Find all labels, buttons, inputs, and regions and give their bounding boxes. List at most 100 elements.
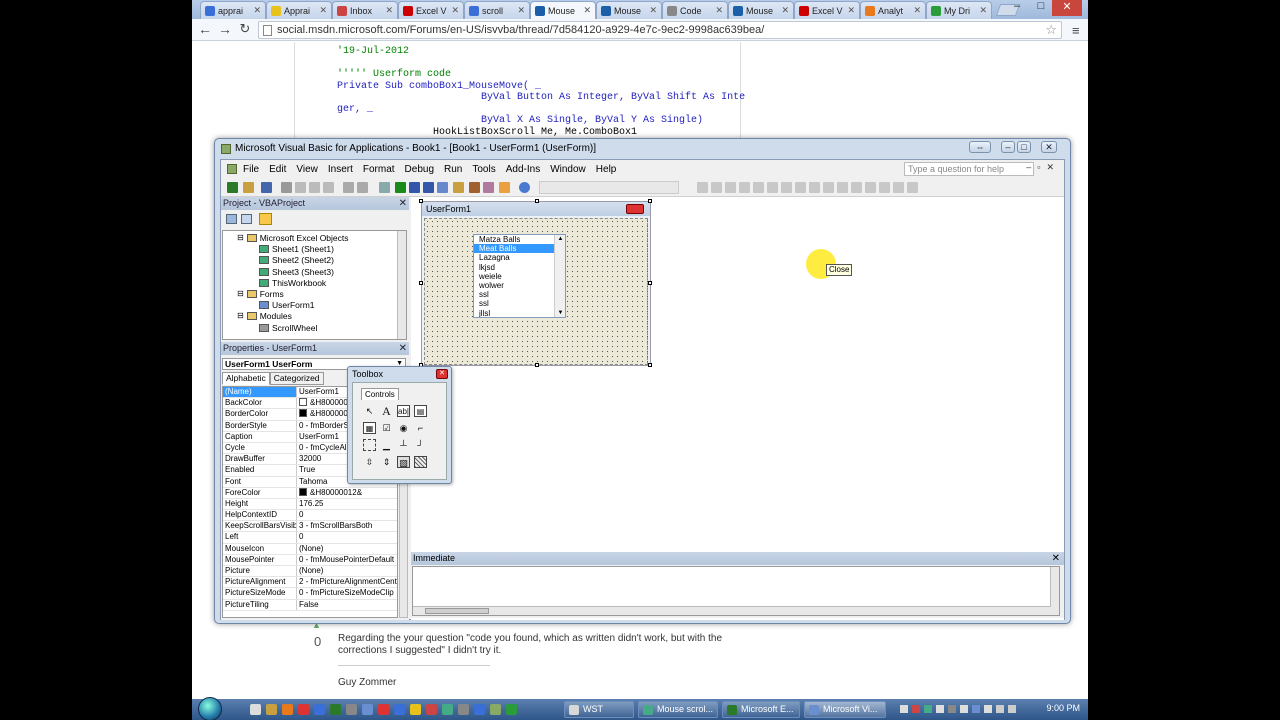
- browser-tab[interactable]: Mouse ✕: [530, 1, 596, 19]
- view-object-icon[interactable]: [241, 214, 252, 224]
- hscroll-thumb[interactable]: [425, 608, 489, 614]
- redo-icon[interactable]: [357, 182, 368, 193]
- back-icon[interactable]: ←: [196, 21, 214, 37]
- edit-toolbar-icon[interactable]: [725, 182, 736, 193]
- tab-close-icon[interactable]: ✕: [583, 5, 591, 16]
- taskbar-button[interactable]: Microsoft Vi...: [804, 701, 886, 718]
- tree-node[interactable]: Sheet3 (Sheet3): [259, 267, 334, 277]
- tab-categorized[interactable]: Categorized: [269, 372, 324, 385]
- listbox-scrollbar[interactable]: ▲ ▼: [554, 235, 565, 317]
- tab-close-icon[interactable]: ✕: [649, 5, 657, 16]
- menu-item-addins[interactable]: Add-Ins: [506, 164, 540, 175]
- quick-launch-icon[interactable]: [506, 704, 517, 715]
- quick-launch-icon[interactable]: [410, 704, 421, 715]
- tray-icon[interactable]: [1008, 705, 1016, 713]
- tray-icon[interactable]: [924, 705, 932, 713]
- tree-node[interactable]: Sheet1 (Sheet1): [259, 244, 334, 254]
- run-icon[interactable]: [379, 182, 390, 193]
- collapse-icon[interactable]: ⊟: [237, 311, 244, 321]
- image-tool-icon[interactable]: ▧: [397, 456, 410, 468]
- menu-item-insert[interactable]: Insert: [328, 164, 353, 175]
- maximize-button[interactable]: □: [1017, 141, 1031, 153]
- tree-node[interactable]: Sheet2 (Sheet2): [259, 255, 334, 265]
- property-value[interactable]: (None): [297, 544, 397, 554]
- edit-toolbar-icon[interactable]: [711, 182, 722, 193]
- tree-node[interactable]: ⊟ Microsoft Excel Objects: [237, 233, 349, 243]
- view-code-icon[interactable]: [226, 214, 237, 224]
- property-value[interactable]: 2 - fmPictureAlignmentCent: [297, 577, 397, 587]
- close-button[interactable]: ✕: [1041, 141, 1057, 153]
- edit-toolbar-icon[interactable]: [767, 182, 778, 193]
- undo-icon[interactable]: [343, 182, 354, 193]
- toolbox-icon[interactable]: [499, 182, 510, 193]
- tabstrip-tool-icon[interactable]: ┴: [397, 439, 410, 451]
- multipage-tool-icon[interactable]: ┘: [414, 439, 427, 451]
- toolbar-grip[interactable]: [539, 181, 679, 194]
- checkbox-tool-icon[interactable]: ☑: [380, 422, 393, 434]
- tab-close-icon[interactable]: ✕: [847, 5, 855, 16]
- collapse-icon[interactable]: ⊟: [237, 289, 244, 299]
- browser-tab[interactable]: Code ✕: [662, 1, 728, 19]
- menu-item-run[interactable]: Run: [444, 164, 462, 175]
- property-row[interactable]: ForeColor &H80000012&: [223, 487, 397, 499]
- quick-launch-icon[interactable]: [330, 704, 341, 715]
- scrollbar-tool-icon[interactable]: ⇳: [363, 456, 376, 468]
- spinbutton-tool-icon[interactable]: ⇕: [380, 456, 393, 468]
- quick-launch-icon[interactable]: [282, 704, 293, 715]
- menu-item-edit[interactable]: Edit: [269, 164, 286, 175]
- edit-toolbar-icon[interactable]: [697, 182, 708, 193]
- edit-toolbar-icon[interactable]: [823, 182, 834, 193]
- combobox-tool-icon[interactable]: ▤: [414, 405, 427, 417]
- frame-tool-icon[interactable]: [363, 439, 376, 451]
- immediate-vscroll[interactable]: [1050, 567, 1059, 615]
- paste-icon[interactable]: [309, 182, 320, 193]
- menu-item-debug[interactable]: Debug: [405, 164, 434, 175]
- immediate-input[interactable]: [412, 566, 1060, 616]
- resize-handle[interactable]: [648, 363, 652, 367]
- taskbar-button[interactable]: Microsoft E...: [722, 701, 800, 718]
- quick-launch-icon[interactable]: [314, 704, 325, 715]
- tab-close-icon[interactable]: ✕: [385, 5, 393, 16]
- userform-canvas[interactable]: Matza Balls Meat Balls Lazagna lkjsd weiele w…: [424, 218, 648, 365]
- property-row[interactable]: PictureTiling False: [223, 599, 397, 611]
- resize-handle[interactable]: [648, 281, 652, 285]
- tree-node[interactable]: ⊟ Modules: [237, 311, 292, 321]
- list-item[interactable]: Lazagna: [474, 253, 554, 262]
- property-row[interactable]: HelpContextID 0: [223, 510, 397, 522]
- tab-controls[interactable]: Controls: [361, 388, 399, 400]
- reset-icon[interactable]: [423, 182, 434, 193]
- start-orb-icon[interactable]: [198, 697, 222, 720]
- collapse-icon[interactable]: ⊟: [237, 233, 244, 243]
- list-item[interactable]: Meat Balls: [474, 244, 554, 254]
- edit-toolbar-icon[interactable]: [809, 182, 820, 193]
- edit-toolbar-icon[interactable]: [907, 182, 918, 193]
- toggle-folders-icon[interactable]: [259, 213, 272, 225]
- refedit-tool-icon[interactable]: [414, 456, 427, 468]
- edit-toolbar-icon[interactable]: [753, 182, 764, 193]
- close-button[interactable]: ✕: [1052, 0, 1082, 16]
- resize-handle[interactable]: [419, 281, 423, 285]
- quick-launch-icon[interactable]: [490, 704, 501, 715]
- close-icon[interactable]: ✕: [399, 342, 407, 355]
- edit-toolbar-icon[interactable]: [865, 182, 876, 193]
- list-item[interactable]: jllsl: [474, 309, 554, 318]
- menu-item-format[interactable]: Format: [363, 164, 395, 175]
- menu-item-tools[interactable]: Tools: [472, 164, 495, 175]
- address-bar[interactable]: social.msdn.microsoft.com/Forums/en-US/i…: [258, 21, 1062, 39]
- forward-icon[interactable]: →: [216, 21, 234, 37]
- quick-launch-icon[interactable]: [362, 704, 373, 715]
- edit-toolbar-icon[interactable]: [781, 182, 792, 193]
- quick-launch-icon[interactable]: [394, 704, 405, 715]
- mdi-window-buttons[interactable]: –▫✕: [1026, 162, 1060, 173]
- tray-icon[interactable]: [912, 705, 920, 713]
- tray-icon[interactable]: [948, 705, 956, 713]
- bookmark-star-icon[interactable]: ☆: [1045, 22, 1057, 38]
- minimize-button[interactable]: –: [1001, 141, 1015, 153]
- quick-launch-icon[interactable]: [458, 704, 469, 715]
- pause-icon[interactable]: [409, 182, 420, 193]
- property-value[interactable]: 0 - fmMousePointerDefault: [297, 555, 397, 565]
- help-search-input[interactable]: Type a question for help: [904, 162, 1034, 176]
- immediate-hscroll[interactable]: [413, 606, 1051, 615]
- quick-launch-icon[interactable]: [298, 704, 309, 715]
- browser-tab[interactable]: Mouse ✕: [728, 1, 794, 19]
